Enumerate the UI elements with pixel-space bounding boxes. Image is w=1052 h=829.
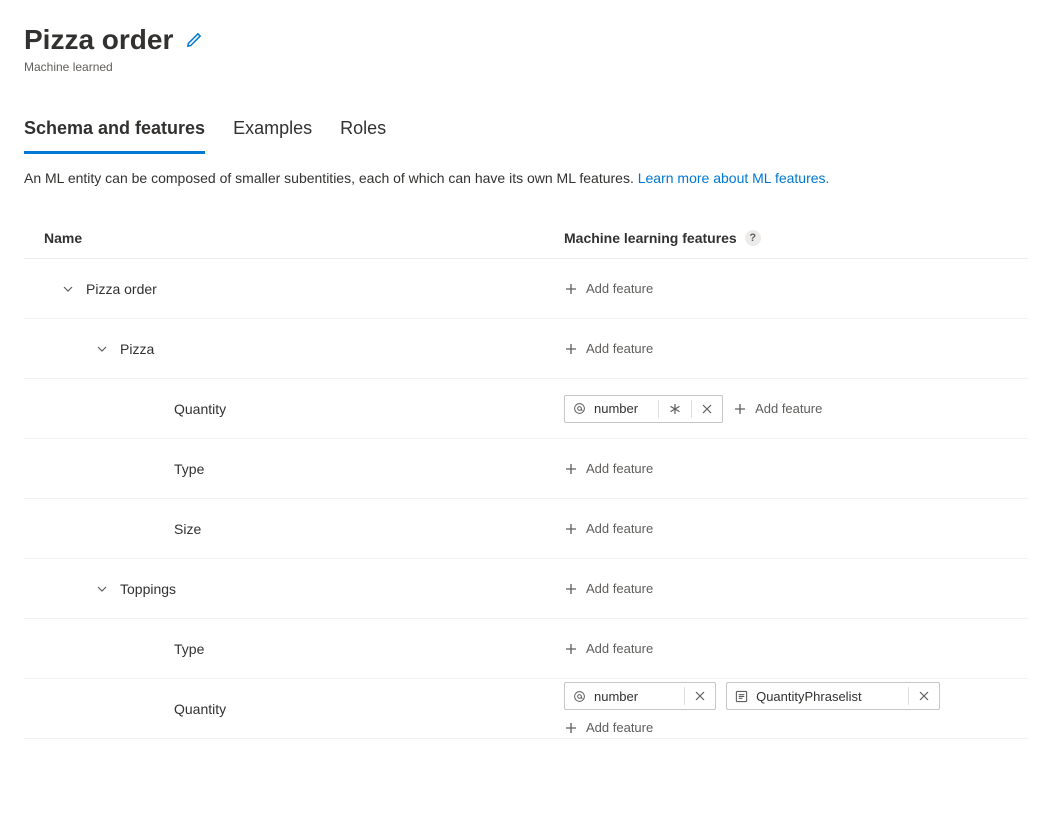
cell-name: Quantity xyxy=(44,401,564,417)
learn-more-link[interactable]: Learn more about ML features. xyxy=(638,170,830,186)
at-icon xyxy=(573,690,586,703)
feature-tag[interactable]: number xyxy=(564,395,723,423)
edit-icon[interactable] xyxy=(185,31,203,49)
tab-roles[interactable]: Roles xyxy=(340,110,386,154)
entity-schema-table: Name Machine learning features ? Pizza o… xyxy=(24,218,1028,739)
add-feature-label: Add feature xyxy=(586,581,653,596)
add-feature-button[interactable]: Add feature xyxy=(564,341,653,356)
table-row: Quantity number QuantityPhraselist Add feat… xyxy=(24,679,1028,739)
entity-name[interactable]: Size xyxy=(174,521,201,537)
add-feature-label: Add feature xyxy=(586,341,653,356)
add-feature-button[interactable]: Add feature xyxy=(564,461,653,476)
plus-icon xyxy=(564,582,578,596)
entity-name[interactable]: Pizza xyxy=(120,341,154,357)
table-row: Type Add feature xyxy=(24,619,1028,679)
cell-name: Type xyxy=(44,461,564,477)
page-header: Pizza order Machine learned xyxy=(24,24,1028,74)
plus-icon xyxy=(564,642,578,656)
plus-icon xyxy=(564,721,578,735)
cell-name: Quantity xyxy=(44,701,564,717)
close-icon[interactable] xyxy=(700,404,714,414)
cell-features: Add feature xyxy=(564,521,1008,536)
cell-name: Size xyxy=(44,521,564,537)
tab-bar: Schema and features Examples Roles xyxy=(24,110,1028,154)
plus-icon xyxy=(733,402,747,416)
add-feature-label: Add feature xyxy=(586,281,653,296)
plus-icon xyxy=(564,342,578,356)
table-row: Pizza Add feature xyxy=(24,319,1028,379)
cell-name: Pizza order xyxy=(44,281,564,297)
tab-schema-and-features[interactable]: Schema and features xyxy=(24,110,205,154)
at-icon xyxy=(573,402,586,415)
plus-icon xyxy=(564,522,578,536)
feature-tag[interactable]: number xyxy=(564,682,716,710)
chevron-down-icon[interactable] xyxy=(62,283,76,295)
add-feature-label: Add feature xyxy=(586,521,653,536)
entity-type-label: Machine learned xyxy=(24,60,1028,74)
required-asterisk-icon[interactable] xyxy=(667,403,683,415)
table-row: Type Add feature xyxy=(24,439,1028,499)
list-icon xyxy=(735,690,748,703)
chevron-down-icon[interactable] xyxy=(96,343,110,355)
entity-name[interactable]: Quantity xyxy=(174,701,226,717)
cell-features: Add feature xyxy=(564,641,1008,656)
column-header-name[interactable]: Name xyxy=(44,230,564,246)
plus-icon xyxy=(564,282,578,296)
entity-name[interactable]: Pizza order xyxy=(86,281,157,297)
add-feature-button[interactable]: Add feature xyxy=(564,581,653,596)
cell-name: Toppings xyxy=(44,581,564,597)
column-header-features: Machine learning features ? xyxy=(564,230,1008,246)
entity-name[interactable]: Type xyxy=(174,461,204,477)
table-row: Size Add feature xyxy=(24,499,1028,559)
cell-features: Add feature xyxy=(564,281,1008,296)
entity-name[interactable]: Type xyxy=(174,641,204,657)
table-row: Pizza order Add feature xyxy=(24,259,1028,319)
add-feature-label: Add feature xyxy=(586,641,653,656)
add-feature-button[interactable]: Add feature xyxy=(564,521,653,536)
tab-description: An ML entity can be composed of smaller … xyxy=(24,170,1028,186)
cell-name: Type xyxy=(44,641,564,657)
cell-features: Add feature xyxy=(564,341,1008,356)
table-row: Quantity number Add feature xyxy=(24,379,1028,439)
cell-features: number Add feature xyxy=(564,395,1008,423)
add-feature-button[interactable]: Add feature xyxy=(564,641,653,656)
table-row: Toppings Add feature xyxy=(24,559,1028,619)
description-text: An ML entity can be composed of smaller … xyxy=(24,170,634,186)
cell-features: number QuantityPhraselist Add feature xyxy=(564,682,1008,735)
feature-tag-label: QuantityPhraselist xyxy=(756,689,862,704)
cell-features: Add feature xyxy=(564,461,1008,476)
add-feature-button[interactable]: Add feature xyxy=(733,401,822,416)
entity-name[interactable]: Quantity xyxy=(174,401,226,417)
feature-tag[interactable]: QuantityPhraselist xyxy=(726,682,940,710)
add-feature-button[interactable]: Add feature xyxy=(564,720,653,735)
add-feature-label: Add feature xyxy=(586,720,653,735)
add-feature-label: Add feature xyxy=(586,461,653,476)
page-title: Pizza order xyxy=(24,24,173,56)
close-icon[interactable] xyxy=(917,691,931,701)
feature-tag-label: number xyxy=(594,689,638,704)
cell-features: Add feature xyxy=(564,581,1008,596)
add-feature-label: Add feature xyxy=(755,401,822,416)
table-header: Name Machine learning features ? xyxy=(24,218,1028,259)
help-icon[interactable]: ? xyxy=(745,230,761,246)
feature-tag-label: number xyxy=(594,401,638,416)
entity-name[interactable]: Toppings xyxy=(120,581,176,597)
add-feature-button[interactable]: Add feature xyxy=(564,281,653,296)
tab-examples[interactable]: Examples xyxy=(233,110,312,154)
chevron-down-icon[interactable] xyxy=(96,583,110,595)
close-icon[interactable] xyxy=(693,691,707,701)
cell-name: Pizza xyxy=(44,341,564,357)
plus-icon xyxy=(564,462,578,476)
